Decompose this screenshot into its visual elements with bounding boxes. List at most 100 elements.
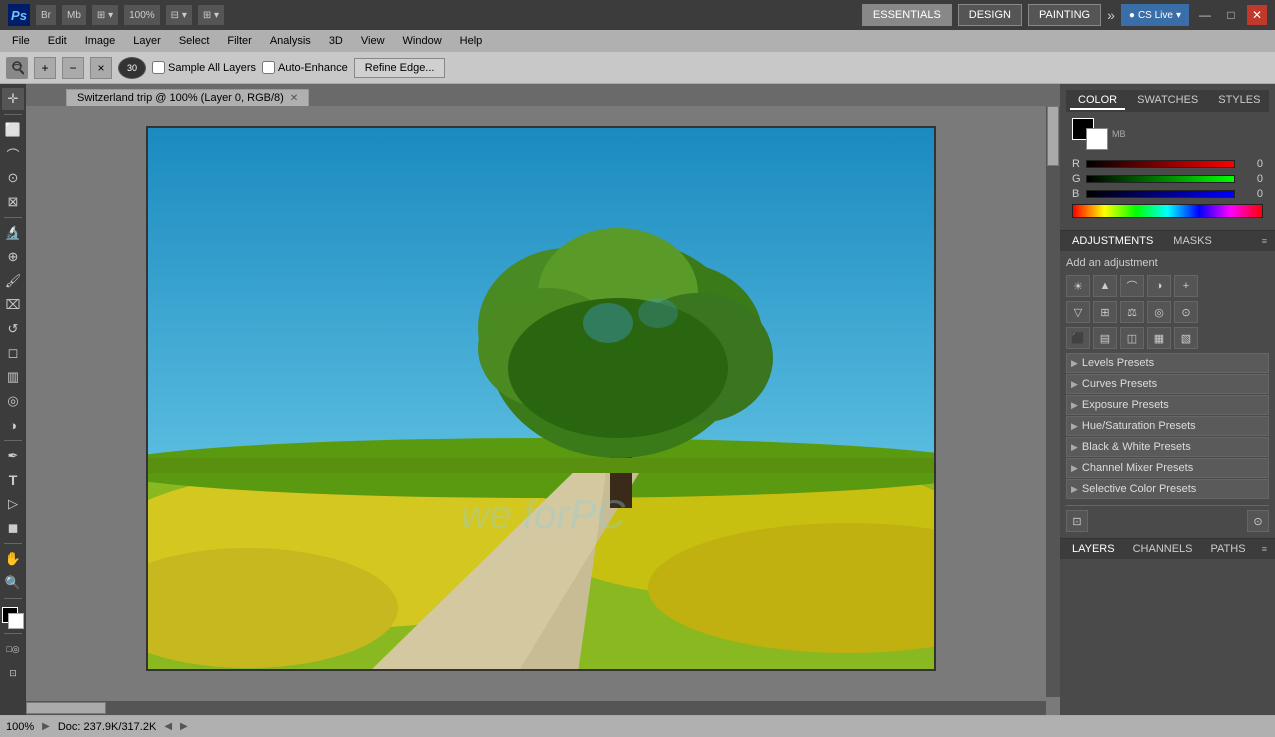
- channel-mixer-adj-icon[interactable]: ⊙: [1174, 301, 1198, 323]
- brush-tool[interactable]: 🖌: [2, 270, 24, 292]
- quick-selection-tool[interactable]: ⊙: [2, 167, 24, 189]
- adjustments-panel-collapse[interactable]: ≡: [1258, 236, 1271, 246]
- menu-select[interactable]: Select: [171, 33, 218, 49]
- horizontal-scrollbar[interactable]: [26, 701, 1046, 715]
- menu-layer[interactable]: Layer: [125, 33, 169, 49]
- refine-edge-button[interactable]: Refine Edge...: [354, 58, 446, 78]
- painting-button[interactable]: PAINTING: [1028, 4, 1101, 26]
- tab-styles[interactable]: STYLES: [1210, 92, 1268, 110]
- shape-tool[interactable]: ◼: [2, 517, 24, 539]
- menu-filter[interactable]: Filter: [219, 33, 259, 49]
- levels-adj-icon[interactable]: ▲: [1093, 275, 1117, 297]
- curves-presets-item[interactable]: ▶ Curves Presets: [1066, 374, 1269, 394]
- photo-filter-adj-icon[interactable]: ◎: [1147, 301, 1171, 323]
- hand-tool[interactable]: ✋: [2, 548, 24, 570]
- posterize-adj-icon[interactable]: ▤: [1093, 327, 1117, 349]
- menu-3d[interactable]: 3D: [321, 33, 351, 49]
- adj-bottom-icon-2[interactable]: ⊙: [1247, 510, 1269, 532]
- tab-layers[interactable]: LAYERS: [1064, 541, 1123, 557]
- menu-image[interactable]: Image: [77, 33, 124, 49]
- tab-adjustments[interactable]: ADJUSTMENTS: [1064, 233, 1161, 249]
- menu-view[interactable]: View: [353, 33, 393, 49]
- tab-swatches[interactable]: SWATCHES: [1129, 92, 1206, 110]
- design-button[interactable]: DESIGN: [958, 4, 1022, 26]
- exposure-adj-icon[interactable]: ◑: [1147, 275, 1171, 297]
- threshold-adj-icon[interactable]: ◫: [1120, 327, 1144, 349]
- levels-presets-item[interactable]: ▶ Levels Presets: [1066, 353, 1269, 373]
- add-selection-icon[interactable]: +: [34, 57, 56, 79]
- color-balance-adj-icon[interactable]: ⊞: [1093, 301, 1117, 323]
- move-tool[interactable]: ✛: [2, 88, 24, 110]
- spot-healing-tool[interactable]: ⊕: [2, 246, 24, 268]
- cs-live-button[interactable]: ● CS Live ▾: [1121, 4, 1189, 26]
- invert-adj-icon[interactable]: ⬛: [1066, 327, 1090, 349]
- brush-size-control[interactable]: 30: [118, 57, 146, 79]
- sample-all-layers-input[interactable]: [152, 61, 165, 74]
- menu-edit[interactable]: Edit: [40, 33, 75, 49]
- exposure-presets-item[interactable]: ▶ Exposure Presets: [1066, 395, 1269, 415]
- document-close-icon[interactable]: ✕: [290, 93, 298, 104]
- g-slider[interactable]: [1086, 175, 1235, 183]
- hue-sat-presets-item[interactable]: ▶ Hue/Saturation Presets: [1066, 416, 1269, 436]
- menu-file[interactable]: File: [4, 33, 38, 49]
- close-button[interactable]: ✕: [1247, 5, 1267, 25]
- gradient-map-adj-icon[interactable]: ▦: [1147, 327, 1171, 349]
- arrangement-button[interactable]: ⊞ ▾: [92, 5, 118, 25]
- auto-enhance-input[interactable]: [262, 61, 275, 74]
- pen-tool[interactable]: ✒: [2, 445, 24, 467]
- canvas-scroll[interactable]: we forPC: [26, 106, 1060, 715]
- tab-color[interactable]: COLOR: [1070, 92, 1125, 110]
- nav-left-arrow[interactable]: ◀: [164, 721, 172, 732]
- background-color[interactable]: [8, 613, 24, 629]
- channel-mixer-presets-item[interactable]: ▶ Channel Mixer Presets: [1066, 458, 1269, 478]
- minimize-button[interactable]: —: [1195, 5, 1215, 25]
- quick-selection-icon[interactable]: [6, 57, 28, 79]
- color-spectrum-bar[interactable]: [1072, 204, 1263, 218]
- maximize-button[interactable]: □: [1221, 5, 1241, 25]
- screen-mode-tool[interactable]: ⊡: [2, 662, 24, 684]
- status-expand-arrow[interactable]: ▶: [42, 721, 50, 732]
- color-swatches[interactable]: [2, 607, 24, 629]
- bw-adj-icon[interactable]: ⚖: [1120, 301, 1144, 323]
- blur-tool[interactable]: ◎: [2, 390, 24, 412]
- curves-adj-icon[interactable]: ⌒: [1120, 275, 1144, 297]
- dodge-tool[interactable]: ◑: [2, 414, 24, 436]
- br-button[interactable]: Br: [36, 5, 56, 25]
- clone-stamp-tool[interactable]: ⌧: [2, 294, 24, 316]
- nav-right-arrow[interactable]: ▶: [180, 721, 188, 732]
- vertical-scrollbar[interactable]: [1046, 106, 1060, 697]
- menu-window[interactable]: Window: [395, 33, 450, 49]
- menu-analysis[interactable]: Analysis: [262, 33, 319, 49]
- fg-bg-swatches[interactable]: [1072, 118, 1108, 150]
- vibrance-adj-icon[interactable]: +: [1174, 275, 1198, 297]
- tab-channels[interactable]: CHANNELS: [1125, 541, 1201, 557]
- more-workspaces-button[interactable]: »: [1107, 7, 1115, 23]
- selective-color-presets-item[interactable]: ▶ Selective Color Presets: [1066, 479, 1269, 499]
- eyedropper-tool[interactable]: 🔬: [2, 222, 24, 244]
- adj-bottom-icon-1[interactable]: ⊡: [1066, 510, 1088, 532]
- eraser-tool[interactable]: ◻: [2, 342, 24, 364]
- zoom-tool[interactable]: 🔍: [2, 572, 24, 594]
- brightness-adj-icon[interactable]: ☀: [1066, 275, 1090, 297]
- history-brush-tool[interactable]: ↺: [2, 318, 24, 340]
- mb-button[interactable]: Mb: [62, 5, 86, 25]
- text-tool[interactable]: T: [2, 469, 24, 491]
- background-swatch[interactable]: [1086, 128, 1108, 150]
- selective-color-adj-icon[interactable]: ▧: [1174, 327, 1198, 349]
- crop-tool[interactable]: ⊠: [2, 191, 24, 213]
- r-slider[interactable]: [1086, 160, 1235, 168]
- auto-enhance-checkbox[interactable]: Auto-Enhance: [262, 61, 348, 74]
- subtract-selection-icon[interactable]: −: [62, 57, 84, 79]
- b-slider[interactable]: [1086, 190, 1235, 198]
- rectangular-marquee-tool[interactable]: ⬜: [2, 119, 24, 141]
- lasso-tool[interactable]: ⌒: [2, 143, 24, 165]
- menu-help[interactable]: Help: [452, 33, 491, 49]
- gradient-tool[interactable]: ▥: [2, 366, 24, 388]
- layers-panel-collapse[interactable]: ≡: [1258, 544, 1271, 554]
- sample-all-layers-checkbox[interactable]: Sample All Layers: [152, 61, 256, 74]
- grid-button[interactable]: ⊞ ▾: [198, 5, 224, 25]
- path-selection-tool[interactable]: ▷: [2, 493, 24, 515]
- document-tab[interactable]: Switzerland trip @ 100% (Layer 0, RGB/8)…: [66, 89, 309, 106]
- tab-masks[interactable]: MASKS: [1165, 233, 1220, 249]
- intersect-selection-icon[interactable]: ×: [90, 57, 112, 79]
